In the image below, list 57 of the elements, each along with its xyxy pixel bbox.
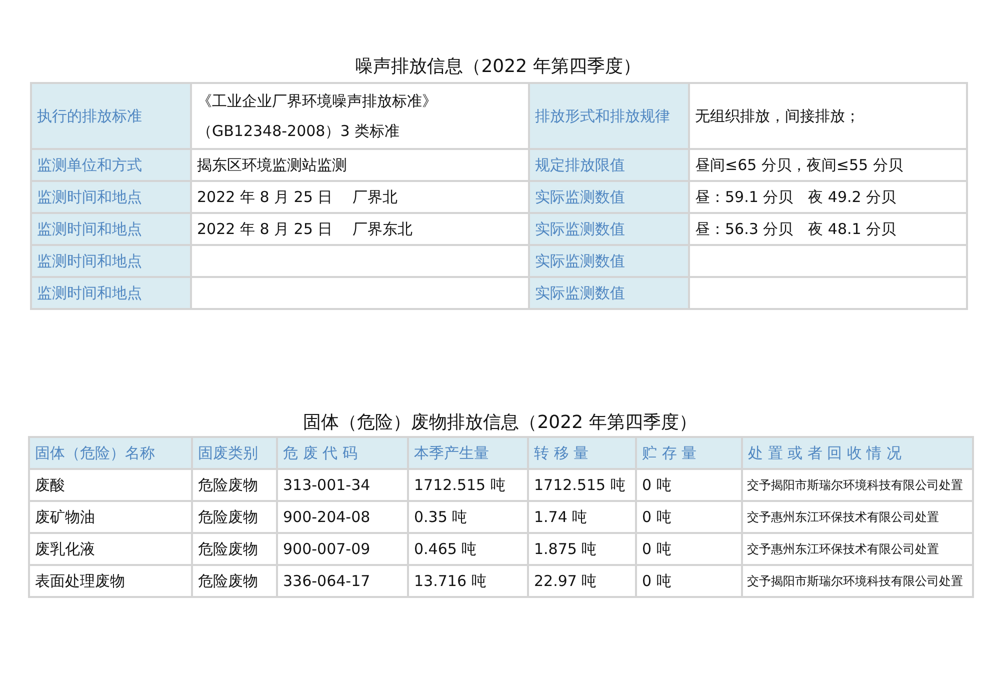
column-header: 固体（危险）名称 bbox=[29, 437, 192, 469]
table-cell: 废乳化液 bbox=[29, 533, 192, 565]
row-label: 排放形式和排放规律 bbox=[529, 83, 689, 149]
table-cell: 0.35 吨 bbox=[408, 501, 528, 533]
table-cell: 0 吨 bbox=[636, 565, 742, 597]
row-label: 实际监测数值 bbox=[529, 181, 689, 213]
table-cell: 交予惠州东江环保技术有限公司处置 bbox=[742, 533, 973, 565]
table-cell: 0 吨 bbox=[636, 469, 742, 501]
column-header: 固废类别 bbox=[192, 437, 277, 469]
table-cell: 交予揭阳市斯瑞尔环境科技有限公司处置 bbox=[742, 565, 973, 597]
row-label: 执行的排放标准 bbox=[31, 83, 191, 149]
column-header: 本季产生量 bbox=[408, 437, 528, 469]
row-label: 监测时间和地点 bbox=[31, 245, 191, 277]
table-cell: 1.74 吨 bbox=[528, 501, 636, 533]
table-cell: 13.716 吨 bbox=[408, 565, 528, 597]
column-header: 转 移 量 bbox=[528, 437, 636, 469]
table-cell: 900-007-09 bbox=[277, 533, 408, 565]
table-cell: 危险废物 bbox=[192, 469, 277, 501]
table-cell: 交予惠州东江环保技术有限公司处置 bbox=[742, 501, 973, 533]
table-cell: 危险废物 bbox=[192, 501, 277, 533]
table-cell: 交予揭阳市斯瑞尔环境科技有限公司处置 bbox=[742, 469, 973, 501]
table-cell: 无组织排放，间接排放； bbox=[695, 107, 860, 125]
column-header: 贮 存 量 bbox=[636, 437, 742, 469]
table-cell: 危险废物 bbox=[192, 533, 277, 565]
table-cell: 22.97 吨 bbox=[528, 565, 636, 597]
table-cell: 0 吨 bbox=[636, 533, 742, 565]
column-header: 危 废 代 码 bbox=[277, 437, 408, 469]
table-cell: 900-204-08 bbox=[277, 501, 408, 533]
table-cell: 废矿物油 bbox=[29, 501, 192, 533]
table-cell: 揭东区环境监测站监测 bbox=[197, 156, 347, 174]
table-cell: 表面处理废物 bbox=[29, 565, 192, 597]
table-cell: 313-001-34 bbox=[277, 469, 408, 501]
table-cell: 1712.515 吨 bbox=[528, 469, 636, 501]
table-cell: 0.465 吨 bbox=[408, 533, 528, 565]
column-header: 处 置 或 者 回 收 情 况 bbox=[742, 437, 973, 469]
table-title: 固体（危险）废物排放信息（2022 年第四季度） bbox=[302, 411, 698, 435]
row-label: 监测时间和地点 bbox=[31, 213, 191, 245]
row-label: 监测时间和地点 bbox=[31, 181, 191, 213]
table-cell: 昼：59.1 分贝 夜 49.2 分贝 bbox=[695, 188, 896, 206]
table-cell: 危险废物 bbox=[192, 565, 277, 597]
table-cell: 336-064-17 bbox=[277, 565, 408, 597]
row-label: 规定排放限值 bbox=[529, 149, 689, 181]
row-label: 实际监测数值 bbox=[529, 277, 689, 309]
table-cell: 废酸 bbox=[29, 469, 192, 501]
table-cell: 1.875 吨 bbox=[528, 533, 636, 565]
row-label: 监测单位和方式 bbox=[31, 149, 191, 181]
row-label: 实际监测数值 bbox=[529, 213, 689, 245]
table-cell: 1712.515 吨 bbox=[408, 469, 528, 501]
table-cell: 昼间≤65 分贝，夜间≤55 分贝 bbox=[695, 156, 903, 174]
table-cell: 昼：56.3 分贝 夜 48.1 分贝 bbox=[695, 220, 896, 238]
table-title: 噪声排放信息（2022 年第四季度） bbox=[354, 55, 642, 79]
table-cell: 0 吨 bbox=[636, 501, 742, 533]
row-label: 实际监测数值 bbox=[529, 245, 689, 277]
row-label: 监测时间和地点 bbox=[31, 277, 191, 309]
table-cell: 2022 年 8 月 25 日 厂界东北 bbox=[197, 220, 412, 238]
table-cell: 《工业企业厂界环境噪声排放标准》（GB12348-2008）3 类标准 bbox=[197, 92, 437, 140]
table-cell: 2022 年 8 月 25 日 厂界北 bbox=[197, 188, 398, 206]
